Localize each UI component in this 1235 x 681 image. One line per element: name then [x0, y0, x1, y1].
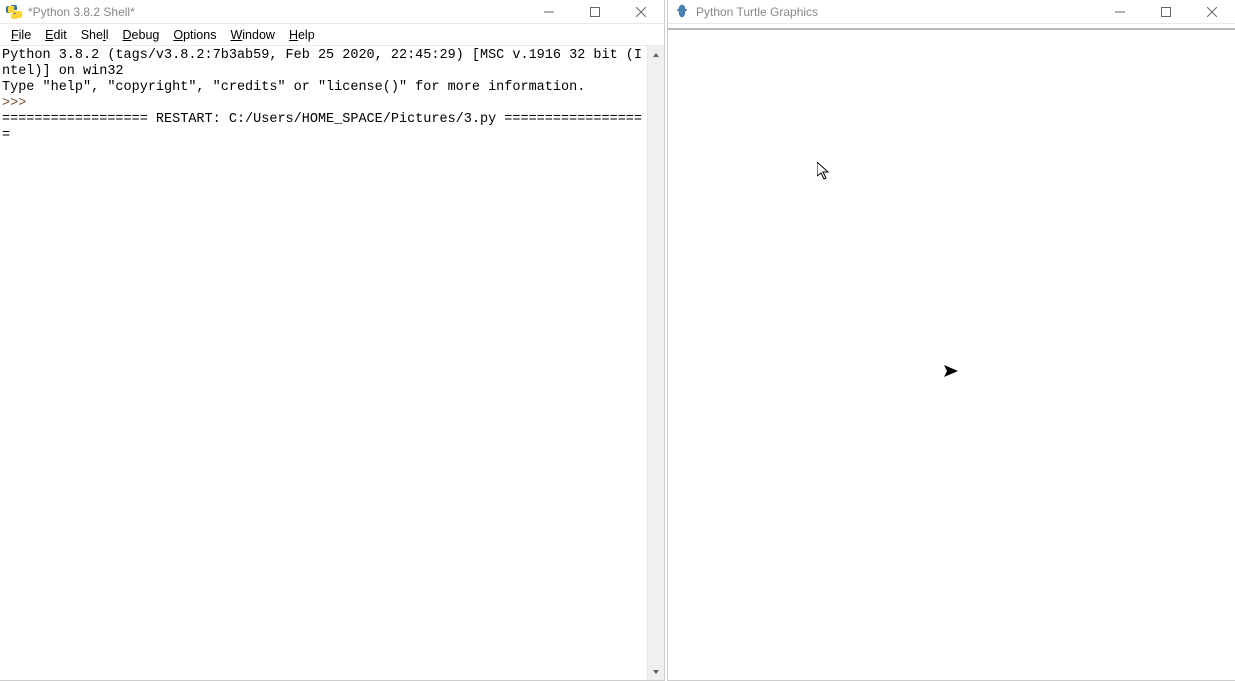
shell-banner-line2: Type "help", "copyright", "credits" or "…	[2, 80, 585, 95]
shell-prompt: >>>	[2, 96, 34, 111]
turtle-cursor-icon	[944, 365, 958, 380]
shell-banner-line1: Python 3.8.2 (tags/v3.8.2:7b3ab59, Feb 2…	[2, 48, 642, 79]
shell-text-area[interactable]: Python 3.8.2 (tags/v3.8.2:7b3ab59, Feb 2…	[0, 46, 647, 680]
turtle-title: Python Turtle Graphics	[696, 5, 818, 19]
menu-window[interactable]: Window	[223, 26, 281, 44]
shell-title: *Python 3.8.2 Shell*	[28, 5, 135, 19]
shell-restart-line: ================== RESTART: C:/Users/HOM…	[2, 112, 642, 143]
mouse-cursor-icon	[817, 162, 831, 183]
python-shell-window: *Python 3.8.2 Shell* File Edit Shell Deb…	[0, 0, 665, 681]
close-button[interactable]	[618, 0, 664, 23]
maximize-button[interactable]	[572, 0, 618, 23]
scroll-up-icon[interactable]	[648, 46, 664, 63]
menu-options[interactable]: Options	[166, 26, 223, 44]
python-idle-icon	[6, 4, 22, 20]
maximize-button[interactable]	[1143, 0, 1189, 23]
shell-scrollbar[interactable]	[647, 46, 664, 680]
menu-debug[interactable]: Debug	[116, 26, 167, 44]
menu-file[interactable]: File	[4, 26, 38, 44]
turtle-canvas[interactable]	[668, 28, 1235, 680]
shell-window-controls	[526, 0, 664, 23]
menu-shell[interactable]: Shell	[74, 26, 116, 44]
scroll-down-icon[interactable]	[648, 663, 664, 680]
turtle-window: Python Turtle Graphics	[667, 0, 1235, 681]
turtle-titlebar[interactable]: Python Turtle Graphics	[668, 0, 1235, 24]
close-button[interactable]	[1189, 0, 1235, 23]
minimize-button[interactable]	[526, 0, 572, 23]
minimize-button[interactable]	[1097, 0, 1143, 23]
shell-titlebar[interactable]: *Python 3.8.2 Shell*	[0, 0, 664, 24]
turtle-window-controls	[1097, 0, 1235, 23]
shell-body: Python 3.8.2 (tags/v3.8.2:7b3ab59, Feb 2…	[0, 46, 664, 680]
shell-menubar: File Edit Shell Debug Options Window Hel…	[0, 24, 664, 46]
menu-edit[interactable]: Edit	[38, 26, 74, 44]
menu-help[interactable]: Help	[282, 26, 322, 44]
turtle-app-icon	[674, 4, 690, 20]
